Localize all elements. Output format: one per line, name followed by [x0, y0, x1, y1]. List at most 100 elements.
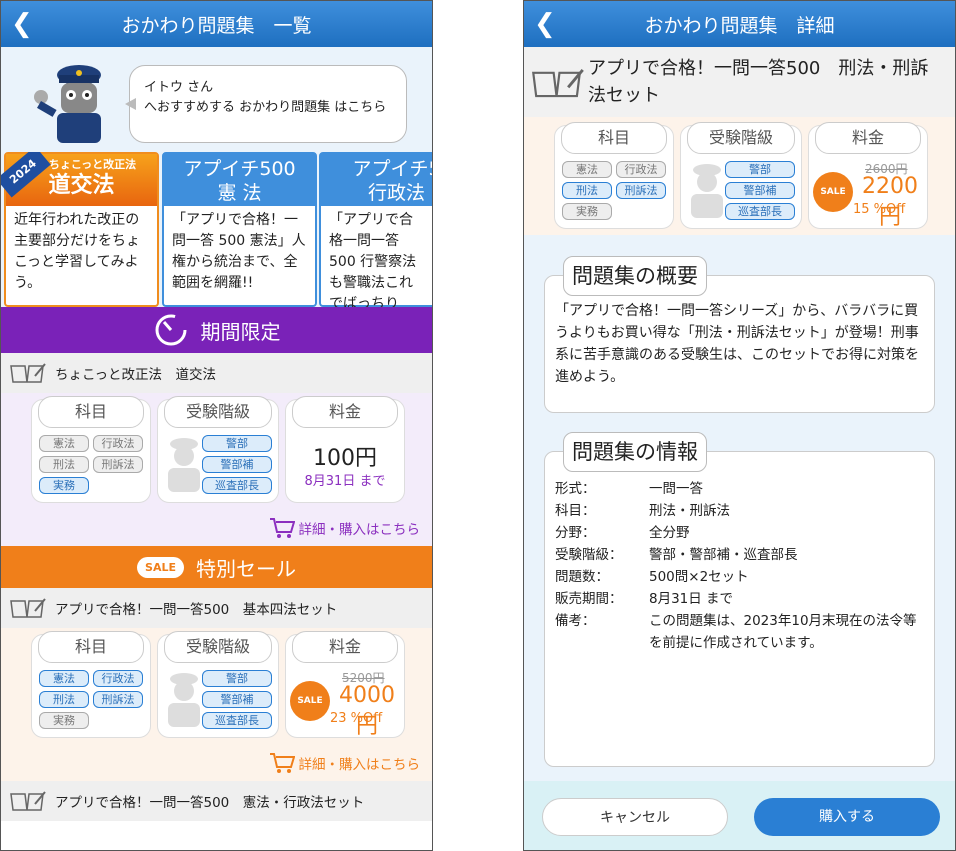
- discount-percent: 23 %Off: [330, 711, 383, 726]
- sale-period: 8月31日 まで: [304, 474, 386, 489]
- rank-header: 受験階級: [687, 122, 795, 154]
- subject-header: 科目: [561, 122, 667, 154]
- header: ❮ おかわり問題集 詳細: [524, 1, 955, 47]
- rank-tag-keibu: 警部: [202, 670, 272, 687]
- recommend-card-kenpou[interactable]: アプイチ500 憲 法 「アプリで合格！一問一答 500 憲法」人権から統治まで…: [162, 152, 317, 307]
- list-screen: ❮ おかわり問題集 一覧 イトウ さん へおすすめする おかわり問題集 はこちら…: [0, 0, 433, 851]
- subject-tag-keisohou: 刑訴法: [93, 691, 143, 708]
- subject-tag-keihou: 刑法: [39, 691, 89, 708]
- item-panel-traffic: 科目 憲法 行政法 刑法 刑訴法 実務 受験階級 警部 警部補 巡査部長 料金 …: [1, 393, 432, 510]
- info-row-period: 販売期間： 8月31日 まで: [555, 591, 734, 607]
- cart-icon: [269, 518, 295, 538]
- rank-tag-junsabuchou: 巡査部長: [202, 712, 272, 729]
- info-row-subject: 科目： 刑法・刑訴法: [555, 503, 730, 519]
- item-title-row: アプリで合格！一問一答500 基本四法セット: [1, 588, 432, 628]
- info-row-field: 分野： 全分野: [555, 525, 690, 541]
- sale-badge-icon: SALE: [813, 172, 853, 212]
- buy-row: 詳細・購入はこちら: [1, 745, 432, 781]
- page-title: おかわり問題集 一覧: [121, 14, 312, 37]
- overview-title: 問題集の概要: [563, 256, 707, 296]
- item-title-row: アプリで合格！一問一答500 憲法・行政法セット: [1, 781, 432, 821]
- rank-tag-keibu: 警部: [202, 435, 272, 452]
- recommend-card-gyouseihou[interactable]: アプイチ5 行政法 「アプリで合格一問一答 500 行警察法も警職法これでばっち…: [319, 152, 432, 307]
- detail-title-row: アプリで合格！一問一答500 刑法・刑訴法セット: [524, 47, 955, 117]
- price-box: 料金 SALE 5200円 4000円 23 %Off: [285, 631, 405, 739]
- subject-tag-kenpou: 憲法: [562, 161, 612, 178]
- book-icon: [532, 68, 584, 98]
- rank-tag-keibuho: 警部補: [725, 182, 795, 199]
- item-panel-four-laws: 科目 憲法 行政法 刑法 刑訴法 実務 受験階級 警部 警部補 巡査部長 料金 …: [1, 628, 432, 745]
- buy-link[interactable]: 詳細・購入はこちら: [269, 517, 420, 539]
- subject-box: 科目 憲法 行政法 刑法 刑訴法 実務: [31, 631, 151, 738]
- overview-section: 問題集の概要 「アプリで合格！一問一答シリーズ」から、バラバラに買うよりもお買い…: [544, 256, 935, 413]
- buy-link-label: 詳細・購入はこちら: [298, 757, 421, 773]
- limited-label: 期間限定: [200, 319, 281, 344]
- detail-title: アプリで合格！一問一答500 刑法・刑訴法セット: [588, 58, 929, 106]
- detail-screen: ❮ おかわり問題集 詳細 アプリで合格！一問一答500 刑法・刑訴法セット 科目…: [523, 0, 956, 851]
- overview-text: 「アプリで合格！一問一答シリーズ」から、バラバラに買うよりもお買い得な「刑法・刑…: [555, 303, 919, 385]
- discount-percent: 15 %Off: [853, 202, 906, 217]
- subject-header: 科目: [38, 396, 144, 428]
- card-description: 「アプリで合格！一問一答 500 憲法」人権から統治まで、全範囲を網羅!!: [172, 212, 306, 291]
- back-arrow-icon[interactable]: ❮: [534, 7, 564, 41]
- card-description: 「アプリで合格一問一答 500 行警察法も警職法これでばっちり: [329, 212, 417, 307]
- limited-band: 期間限定: [1, 307, 432, 353]
- price-header: 料金: [292, 631, 398, 663]
- info-row-rank: 受験階級： 警部・警部補・巡査部長: [555, 547, 798, 563]
- price-box: 料金 100円 8月31日 まで: [285, 396, 405, 503]
- police-silhouette-icon: [168, 673, 200, 727]
- subject-tag-keihou: 刑法: [39, 456, 89, 473]
- rank-box: 受験階級 警部 警部補 巡査部長: [157, 631, 279, 738]
- info-row-note: 備考： この問題集は、2023年10月末現在の法令等を前提に作成されています。: [555, 613, 917, 651]
- subject-box: 科目 憲法 行政法 刑法 刑訴法 実務: [554, 122, 674, 229]
- timer-icon: [155, 314, 186, 346]
- item-title: ちょこっと改正法 道交法: [55, 367, 217, 383]
- buy-link[interactable]: 詳細・購入はこちら: [269, 752, 421, 774]
- card-title: 憲 法: [217, 182, 262, 204]
- book-icon: [10, 598, 46, 618]
- recommend-carousel[interactable]: 2024 ちょこっと改正法 道交法 近年行われた改正の主要部分だけをちょこっと学…: [1, 152, 432, 307]
- purchase-button[interactable]: 購入する: [754, 798, 940, 836]
- rank-tag-keibuho: 警部補: [202, 456, 272, 473]
- police-silhouette-icon: [691, 164, 723, 218]
- subject-tag-keisohou: 刑訴法: [93, 456, 143, 473]
- rank-box: 受験階級 警部 警部補 巡査部長: [157, 396, 279, 503]
- sale-label: 特別セール: [195, 556, 296, 581]
- item-title: アプリで合格！一問一答500 憲法・行政法セット: [55, 795, 365, 811]
- subject-tag-gyouseihou: 行政法: [93, 670, 143, 687]
- info-row-format: 形式： 一問一答: [555, 481, 703, 497]
- rank-header: 受験階級: [164, 631, 272, 663]
- rank-box: 受験階級 警部 警部補 巡査部長: [680, 122, 802, 229]
- greeting-message: へおすすめする おかわり問題集 はこちら: [144, 100, 387, 115]
- buy-row: 詳細・購入はこちら: [1, 510, 432, 546]
- card-header: アプイチ5 行政法: [321, 154, 432, 206]
- greeting-bubble: イトウ さん へおすすめする おかわり問題集 はこちら: [125, 65, 407, 143]
- police-silhouette-icon: [168, 438, 200, 492]
- cancel-button[interactable]: キャンセル: [542, 798, 728, 836]
- price-header: 料金: [815, 122, 921, 154]
- card-title: 行政法: [367, 182, 425, 204]
- back-arrow-icon[interactable]: ❮: [11, 7, 41, 41]
- detail-summary-panel: 科目 憲法 行政法 刑法 刑訴法 実務 受験階級 警部 警部補 巡査部長 料金 …: [524, 117, 955, 235]
- book-icon: [10, 363, 46, 383]
- sale-badge-icon: SALE: [290, 681, 330, 721]
- subject-tag-keihou: 刑法: [562, 182, 612, 199]
- item-title: アプリで合格！一問一答500 基本四法セット: [55, 602, 338, 618]
- rank-tag-junsabuchou: 巡査部長: [202, 477, 272, 494]
- cart-icon: [269, 753, 295, 773]
- greeting-section: イトウ さん へおすすめする おかわり問題集 はこちら: [1, 47, 432, 152]
- header: ❮ おかわり問題集 一覧: [1, 1, 432, 47]
- recommend-card-traffic[interactable]: 2024 ちょこっと改正法 道交法 近年行われた改正の主要部分だけをちょこっと学…: [1, 152, 159, 307]
- price-header: 料金: [292, 396, 398, 428]
- card-header: 2024 ちょこっと改正法 道交法: [1, 152, 157, 206]
- subject-tag-kenpou: 憲法: [39, 435, 89, 452]
- subject-tag-keisohou: 刑訴法: [616, 182, 666, 199]
- subject-tag-kenpou: 憲法: [39, 670, 89, 687]
- police-mascot: [34, 65, 101, 143]
- detail-body: 問題集の概要 「アプリで合格！一問一答シリーズ」から、バラバラに買うよりもお買い…: [524, 235, 955, 781]
- item-title-row: ちょこっと改正法 道交法: [1, 353, 432, 393]
- rank-tag-junsabuchou: 巡査部長: [725, 203, 795, 220]
- sale-band: SALE 特別セール: [1, 546, 432, 588]
- info-section: 問題集の情報 形式： 一問一答 科目： 刑法・刑訴法 分野： 全分野 受験階級： 警部・…: [544, 432, 935, 767]
- subject-tag-gyouseihou: 行政法: [616, 161, 666, 178]
